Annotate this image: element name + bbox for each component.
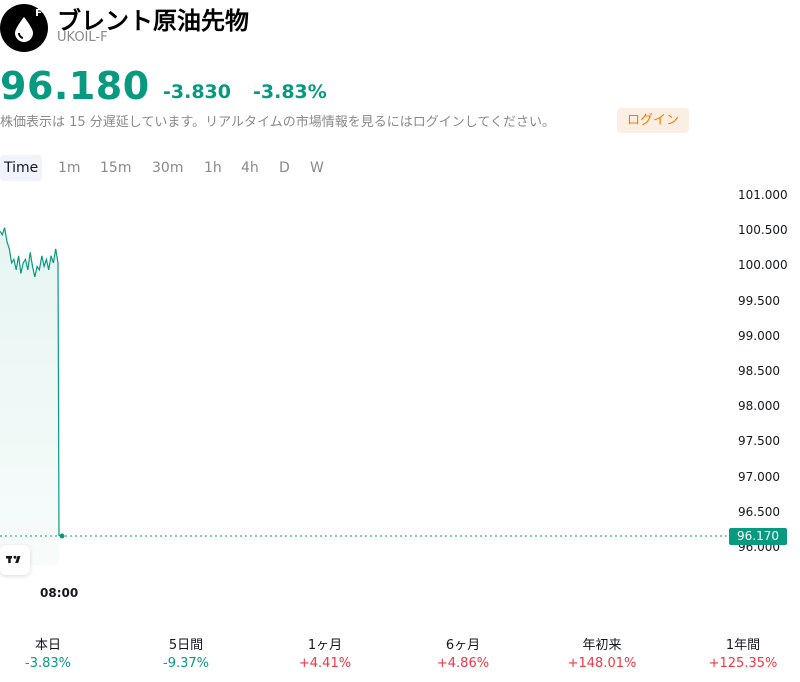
performance-period-label: 1ヶ月: [307, 638, 343, 653]
ticker-symbol: UKOIL-F: [57, 30, 108, 45]
y-tick-label: 96.500: [738, 504, 780, 519]
timeframe-4h[interactable]: 4h: [241, 155, 259, 181]
price-change-percent: -3.83%: [253, 81, 327, 103]
performance-period-label: 1年間: [725, 638, 761, 653]
performance-item[interactable]: 6ヶ月 +4.86%: [413, 634, 513, 671]
y-tick-label: 100.500: [738, 223, 788, 238]
y-tick-label: 100.000: [738, 258, 788, 273]
performance-period-label: 年初来: [582, 638, 622, 653]
timeframe-1h[interactable]: 1h: [204, 155, 222, 181]
y-tick-label: 97.000: [738, 469, 780, 484]
timeframe-15m[interactable]: 15m: [100, 155, 131, 181]
performance-period-label: 本日: [34, 638, 61, 653]
timeframe-1m[interactable]: 1m: [58, 155, 81, 181]
performance-value: -3.83%: [25, 656, 71, 671]
login-button[interactable]: ログイン: [617, 108, 689, 133]
last-price: 96.180: [0, 64, 150, 108]
performance-value: +125.35%: [708, 656, 778, 671]
oil-drop-icon: [15, 17, 33, 42]
performance-item[interactable]: 年初来 +148.01%: [552, 634, 652, 671]
x-axis-label: 08:00: [40, 586, 79, 600]
symbol-logo: F: [0, 4, 48, 52]
current-price-label: 96.170: [729, 528, 787, 545]
performance-item[interactable]: 5日間 -9.37%: [136, 634, 236, 671]
y-tick-label: 99.000: [738, 328, 780, 343]
price-change: -3.830: [163, 81, 231, 103]
y-tick-label: 98.500: [738, 364, 780, 378]
performance-value: -9.37%: [163, 656, 209, 671]
performance-period-label: 5日間: [168, 638, 204, 653]
tradingview-logo[interactable]: [0, 545, 30, 575]
performance-item[interactable]: 本日 -3.83%: [0, 634, 98, 671]
performance-item[interactable]: 1年間 +125.35%: [693, 634, 793, 671]
tradingview-icon: [6, 555, 21, 563]
price-area-fill: [0, 227, 59, 565]
y-tick-label: 101.000: [738, 188, 788, 202]
timeframe-time[interactable]: Time: [0, 155, 43, 181]
performance-period-label: 6ヶ月: [445, 638, 481, 653]
performance-value: +4.86%: [436, 656, 490, 671]
timeframe-30m[interactable]: 30m: [152, 155, 183, 181]
y-tick-label: 98.000: [738, 399, 780, 414]
current-price-dot: [59, 533, 65, 539]
performance-value: +148.01%: [567, 656, 637, 671]
timeframe-d[interactable]: D: [279, 155, 290, 181]
timeframe-w[interactable]: W: [310, 155, 324, 181]
y-tick-label: 99.500: [738, 293, 780, 308]
performance-value: +4.41%: [298, 656, 352, 671]
delay-notice: 株価表示は 15 分遅延しています。リアルタイムの市場情報を見るにはログインして…: [0, 115, 555, 130]
logo-badge: F: [35, 8, 42, 19]
y-tick-label: 97.500: [738, 434, 780, 449]
price-chart[interactable]: [0, 185, 730, 565]
performance-item[interactable]: 1ヶ月 +4.41%: [275, 634, 375, 671]
